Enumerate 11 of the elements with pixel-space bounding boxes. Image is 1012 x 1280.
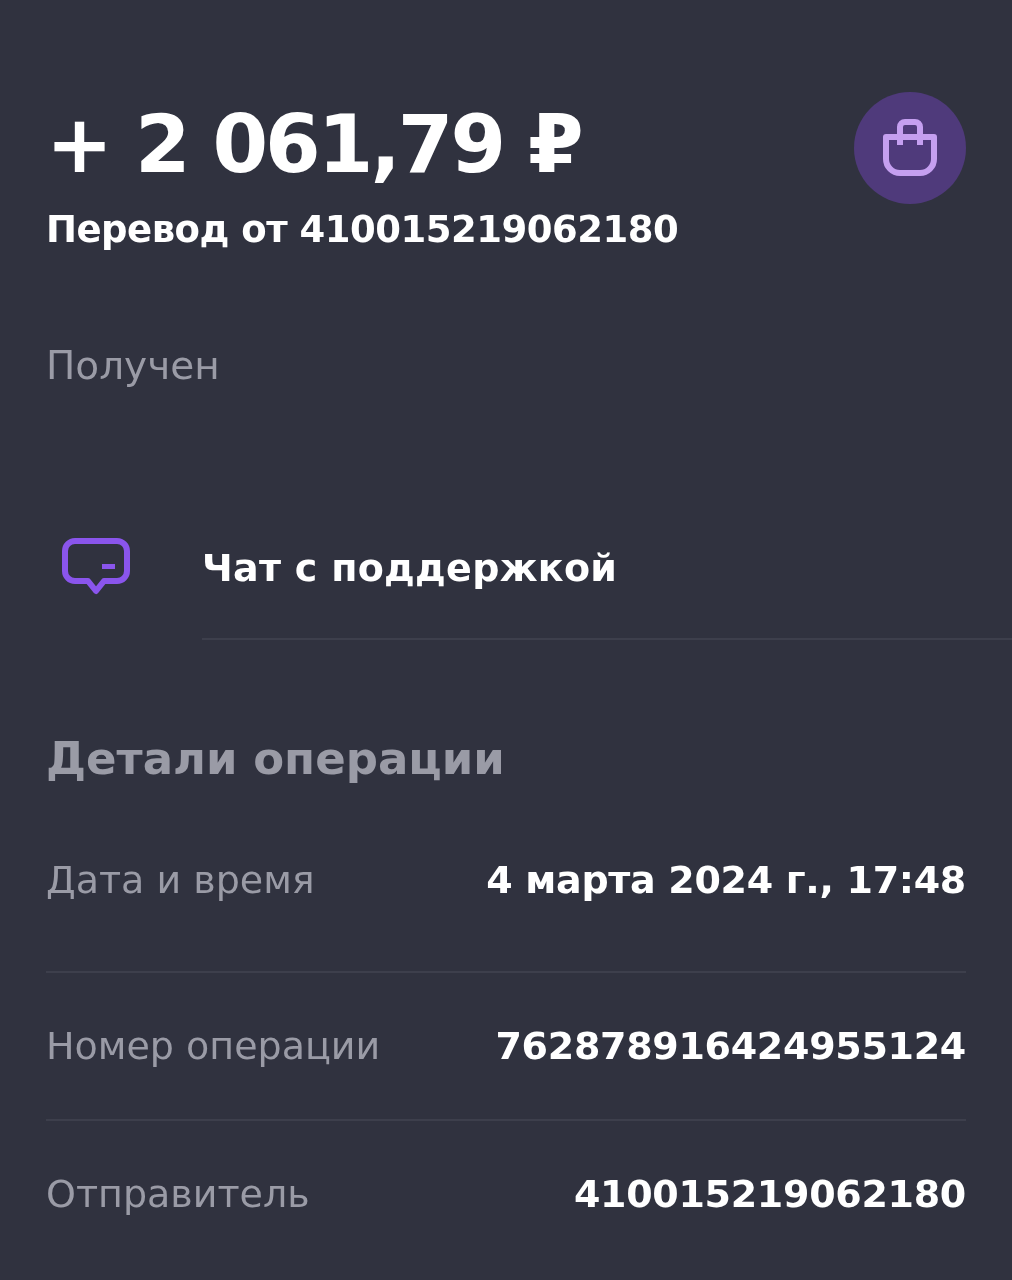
detail-label: Отправитель xyxy=(46,1172,310,1216)
status-text: Получен xyxy=(45,343,221,388)
amount: + 2 061,79 ₽ xyxy=(46,97,581,193)
detail-value: 410015219062180 xyxy=(573,1172,966,1216)
detail-value: 4 марта 2024 г., 17:48 xyxy=(486,858,966,902)
section-heading: Детали операции xyxy=(45,732,506,785)
detail-label: Дата и время xyxy=(46,858,315,902)
transfer-title: Перевод от 410015219062180 xyxy=(45,208,680,251)
detail-value: 762878916424955124 xyxy=(495,1024,966,1068)
detail-label: Номер операции xyxy=(46,1024,381,1068)
support-chat-link[interactable]: Чат с поддержкой xyxy=(202,546,618,590)
